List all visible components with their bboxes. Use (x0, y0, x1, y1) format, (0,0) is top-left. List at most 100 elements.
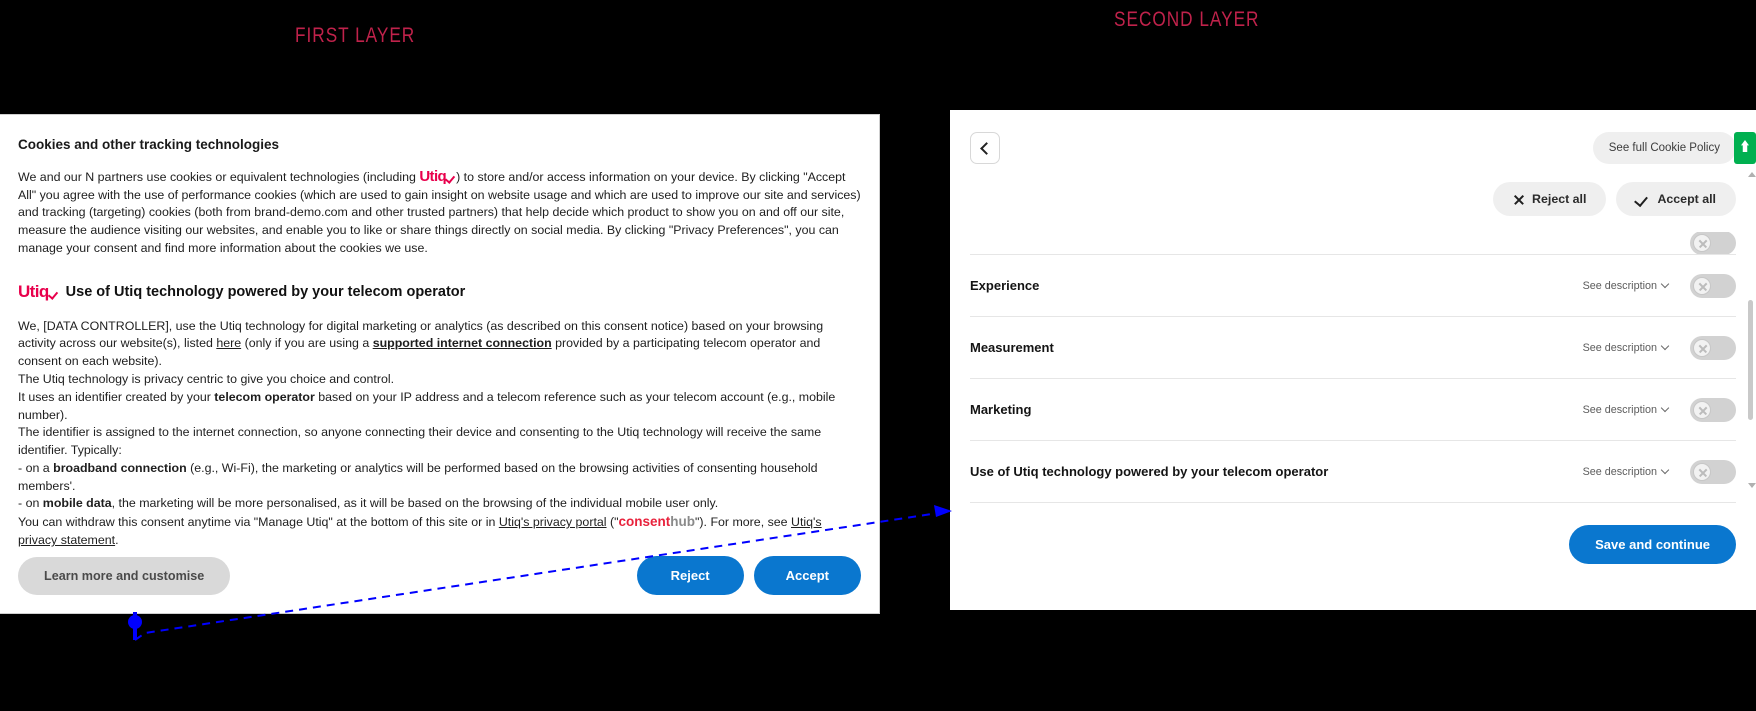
consent-toggle[interactable] (1690, 335, 1736, 360)
withdraw-text-mid: (" (606, 515, 619, 530)
p-identifier: It uses an identifier created by your te… (18, 389, 861, 425)
utiq-section-heading: Utiq Use of Utiq technology powered by y… (18, 282, 861, 302)
see-description-label: See description (1582, 403, 1657, 416)
p-privacy-centric: The Utiq technology is privacy centric t… (18, 371, 861, 389)
learn-more-button[interactable]: Learn more and customise (18, 556, 231, 595)
close-icon (1513, 194, 1524, 205)
category-row: Marketing See description (970, 378, 1736, 440)
toggle-knob (1693, 462, 1711, 481)
category-label: Experience (970, 278, 1040, 293)
scroll-down-icon[interactable] (1748, 483, 1756, 488)
consent-toggle[interactable] (1690, 232, 1736, 254)
upload-badge-icon[interactable] (1734, 132, 1756, 164)
chevron-down-icon (1660, 403, 1670, 412)
withdraw-period: . (115, 533, 119, 548)
category-list: Experience See description Measurement See … (950, 232, 1756, 502)
screenshot-stage: FIRST LAYER SECOND LAYER Cookies and oth… (0, 0, 1756, 711)
category-row (970, 232, 1736, 254)
withdraw-text-before: You can withdraw this consent anytime vi… (18, 515, 499, 530)
p-mobile-seg-0: - on (18, 496, 43, 511)
primary-action-group: Reject Accept (636, 556, 861, 595)
category-controls: See description (1583, 459, 1736, 484)
preferences-panel: See full Cookie Policy Reject all Accept… (950, 110, 1756, 610)
utiq-paragraph-list: We, [DATA CONTROLLER], use the Utiq tech… (18, 318, 861, 514)
p-identifier-seg-0: It uses an identifier created by your (18, 389, 215, 404)
see-description-label: See description (1582, 341, 1657, 354)
intro-paragraph: We and our N partners use cookies or equ… (18, 168, 861, 258)
p-broadband-seg-0: - on a (18, 460, 54, 475)
cookie-consent-dialog: Cookies and other tracking technologies … (0, 114, 880, 614)
category-controls: See description (1582, 335, 1736, 360)
category-label: Measurement (970, 340, 1054, 355)
category-row: Use of Utiq technology powered by your t… (970, 440, 1736, 502)
p-mobile: - on mobile data, the marketing will be … (18, 495, 861, 513)
consenthub-part2: hub (670, 514, 696, 530)
back-button[interactable] (970, 132, 1000, 164)
accept-all-button[interactable]: Accept all (1616, 182, 1736, 216)
category-controls (1690, 232, 1736, 254)
dialog-title: Cookies and other tracking technologies (18, 137, 280, 152)
p-broadband: - on a broadband connection (e.g., Wi-Fi… (18, 460, 861, 496)
category-label: Use of Utiq technology powered by your t… (970, 464, 1329, 479)
scrollbar-thumb[interactable] (1748, 300, 1753, 420)
consenthub-part1: consent (618, 514, 671, 530)
p-controller-seg-3[interactable]: supported internet connection (373, 336, 552, 350)
see-description-toggle[interactable]: See description (1582, 279, 1670, 292)
p-privacy-centric-seg-0: The Utiq technology is privacy centric t… (18, 371, 395, 386)
utiq-logo-icon: Utiq (419, 168, 456, 186)
withdraw-paragraph: You can withdraw this consent anytime vi… (18, 513, 861, 550)
utiq-logo-text: Utiq (419, 168, 447, 185)
privacy-portal-link[interactable]: Utiq's privacy portal (499, 515, 607, 529)
p-mobile-seg-2: , the marketing will be more personalise… (111, 496, 719, 511)
toggle-knob (1693, 234, 1711, 252)
p-controller: We, [DATA CONTROLLER], use the Utiq tech… (18, 318, 861, 371)
utiq-tick-icon-heading (50, 289, 59, 298)
consent-toggle[interactable] (1690, 459, 1736, 484)
save-row: Save and continue (950, 503, 1756, 564)
chevron-down-icon (1660, 279, 1670, 288)
p-assignment: The identifier is assigned to the intern… (18, 424, 861, 460)
chevron-down-icon (1660, 341, 1670, 350)
scroll-up-icon[interactable] (1748, 172, 1756, 177)
category-controls: See description (1582, 397, 1736, 422)
reject-all-label: Reject all (1532, 192, 1587, 206)
cookie-policy-button[interactable]: See full Cookie Policy (1592, 132, 1736, 164)
check-icon (1636, 194, 1649, 205)
consent-toggle[interactable] (1690, 273, 1736, 298)
see-description-toggle[interactable]: See description (1582, 341, 1670, 354)
see-description-toggle[interactable]: See description (1583, 465, 1670, 478)
utiq-logo-heading-text: Utiq (18, 281, 49, 301)
toggle-knob (1693, 338, 1711, 357)
p-controller-seg-1[interactable]: here (216, 336, 241, 350)
dialog-action-bar: Learn more and customise Reject Accept (18, 556, 861, 595)
caption-first-layer: FIRST LAYER (295, 24, 416, 47)
category-row: Experience See description (970, 254, 1736, 316)
category-label: Marketing (970, 402, 1032, 417)
utiq-tick-icon (447, 173, 456, 182)
category-row: Measurement See description (970, 316, 1736, 378)
p-assignment-seg-0: The identifier is assigned to the intern… (18, 425, 822, 458)
accept-button[interactable]: Accept (753, 556, 861, 595)
p-identifier-seg-1: telecom operator (214, 389, 315, 404)
reject-button[interactable]: Reject (636, 556, 744, 595)
category-controls: See description (1582, 273, 1736, 298)
save-and-continue-button[interactable]: Save and continue (1569, 525, 1736, 564)
panel-scrollbar[interactable] (1748, 172, 1756, 488)
see-description-label: See description (1582, 279, 1657, 292)
p-broadband-seg-1: broadband connection (53, 460, 187, 475)
see-description-toggle[interactable]: See description (1582, 403, 1670, 416)
caption-second-layer: SECOND LAYER (1114, 8, 1260, 31)
accept-all-label: Accept all (1657, 192, 1716, 206)
intro-text-part1: We and our N partners use cookies or equ… (18, 170, 420, 184)
reject-all-button[interactable]: Reject all (1493, 182, 1607, 216)
utiq-logo-icon-heading: Utiq (18, 282, 59, 302)
toggle-knob (1693, 276, 1711, 295)
toggle-knob (1693, 400, 1711, 419)
section-heading-label: Use of Utiq technology powered by your t… (65, 283, 466, 300)
chevron-left-icon (980, 141, 993, 155)
p-mobile-seg-1: mobile data (42, 496, 112, 511)
p-controller-seg-2: (only if you are using a (241, 336, 373, 351)
panel-header: See full Cookie Policy (950, 110, 1756, 180)
consent-toggle[interactable] (1690, 397, 1736, 422)
withdraw-text-after: "). For more, see (695, 515, 792, 530)
